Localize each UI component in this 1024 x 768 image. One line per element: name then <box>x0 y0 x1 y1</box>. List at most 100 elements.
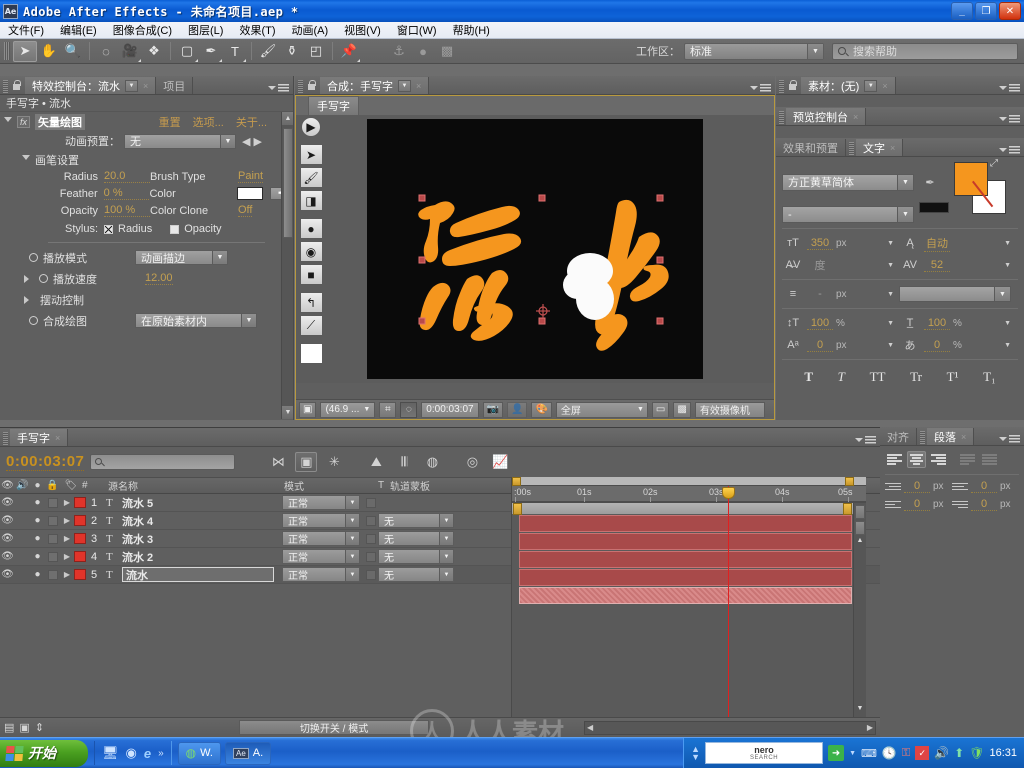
composition-mini-flowchart-icon[interactable]: ⋈ <box>267 452 289 472</box>
close-icon[interactable]: × <box>961 432 966 442</box>
eraser-tool[interactable]: ◰ <box>304 41 328 62</box>
indent-right-field[interactable]: 0 px <box>952 480 1019 493</box>
draft-3d-icon[interactable]: ▣ <box>295 452 318 472</box>
region-preview-icon[interactable]: ▭ <box>651 401 670 418</box>
play-paint-icon[interactable]: ▶ <box>301 117 321 137</box>
hard-brush-icon[interactable]: ● <box>299 218 323 239</box>
space-after-field[interactable]: 0 px <box>952 498 1019 511</box>
align-center-button[interactable] <box>907 451 926 468</box>
lock-icon[interactable] <box>306 80 317 92</box>
timeline-search-input[interactable] <box>90 454 236 470</box>
font-size-value[interactable]: 350 <box>807 237 833 250</box>
work-area-strip[interactable] <box>512 477 866 486</box>
security-icon[interactable]: ⚿ <box>902 747 910 760</box>
toolbar-grip[interactable] <box>4 42 10 60</box>
expand-arrow[interactable]: ▶ <box>60 570 74 579</box>
hand-tool[interactable]: ✋ <box>37 41 61 62</box>
layer-duration-bar-selected[interactable] <box>519 587 852 604</box>
zoom-level-select[interactable]: (46.9 ... ▼ <box>320 401 376 418</box>
shield-icon[interactable]: 🛡 <box>969 746 984 760</box>
justify-last-left-button[interactable] <box>958 451 977 468</box>
tsume-value[interactable]: 0 <box>924 339 950 352</box>
tray-scroll-arrows[interactable]: ▲ ▼ <box>691 744 700 761</box>
stretch-icon[interactable]: ⇕ <box>35 721 44 734</box>
stroke-width-value[interactable]: - <box>807 288 833 300</box>
expand-arrow[interactable]: ▶ <box>60 516 74 525</box>
video-toggle[interactable]: 👁 <box>0 515 15 526</box>
tab-align[interactable]: 对齐 <box>880 428 917 445</box>
chevron-down-icon[interactable]: ▼ <box>1004 240 1011 247</box>
timeline-vertical-scrollbar[interactable]: ▲ ▼ <box>853 503 866 717</box>
layer-duration-bar[interactable] <box>519 551 852 568</box>
small-caps-button[interactable]: Tr <box>910 369 922 385</box>
indent-left-field[interactable]: 0 px <box>885 480 952 493</box>
align-left-button[interactable] <box>885 451 904 468</box>
horizontal-scale-value[interactable]: 100 <box>924 317 950 330</box>
panel-grip[interactable] <box>779 111 784 124</box>
indent-right-value[interactable]: 0 <box>971 480 997 493</box>
eyedropper-icon[interactable]: ✒ <box>919 173 941 191</box>
preserve-transparency-toggle[interactable] <box>366 497 376 508</box>
stylus-opacity-checkbox[interactable] <box>170 224 180 234</box>
layer-duration-bar[interactable] <box>519 533 852 550</box>
track-matte-select[interactable]: 无 ▼ <box>378 549 454 564</box>
region-of-interest-icon[interactable]: ⌗ <box>379 401 397 418</box>
panel-grip[interactable] <box>849 142 854 155</box>
close-icon[interactable]: × <box>890 143 895 153</box>
effect-name[interactable]: 矢量绘图 <box>35 113 86 130</box>
composite-paint-select[interactable]: 在原始素材内 ▼ <box>135 313 257 328</box>
brush-tool[interactable]: 🖌 <box>256 41 280 62</box>
current-time-display[interactable]: 0:00:03:07 <box>421 401 479 418</box>
options-link[interactable]: 选项... <box>193 114 224 130</box>
layer-name[interactable]: 流水 2 <box>122 549 282 565</box>
layer-mode-select[interactable]: 正常 ▼ <box>282 513 360 528</box>
layer-name-edit[interactable]: 流水 <box>122 567 274 582</box>
clock-tray-icon[interactable]: 🕓 <box>882 746 897 760</box>
tab-composition[interactable]: 合成：手写字 ▼ × <box>320 77 430 94</box>
menu-item-composition[interactable]: 图像合成(C) <box>113 22 172 38</box>
expand-arrow[interactable]: ▶ <box>60 498 74 507</box>
panel-menu-button[interactable] <box>268 84 289 92</box>
lock-toggle[interactable] <box>47 569 58 580</box>
solo-toggle[interactable]: ● <box>30 551 45 562</box>
browser-task[interactable]: ◍ W. <box>177 741 221 765</box>
help-search-input[interactable]: 搜索帮助 <box>832 42 1018 60</box>
puppet-pin-tool[interactable]: 📌 <box>337 41 361 62</box>
menu-item-help[interactable]: 帮助(H) <box>453 22 490 38</box>
panel-grip[interactable] <box>298 80 303 93</box>
graph-editor-icon[interactable]: 📈 <box>489 452 511 472</box>
close-icon[interactable]: × <box>882 81 887 91</box>
motion-blur-icon[interactable]: 𝄃𝄃 <box>393 452 415 472</box>
vertical-scale-value[interactable]: 100 <box>807 317 833 330</box>
playhead-line[interactable] <box>728 486 729 717</box>
mask-toggle-icon[interactable]: ◌ <box>400 401 418 418</box>
preserve-transparency-toggle[interactable] <box>366 515 376 526</box>
work-area-end-handle[interactable] <box>845 477 854 486</box>
eyedropper-icon[interactable]: ⟋ <box>299 315 323 336</box>
stopwatch-icon[interactable] <box>29 316 38 325</box>
scroll-left-arrow[interactable]: ◀ <box>587 723 593 732</box>
comp-subtab-handwriting[interactable]: 手写字 <box>308 95 359 116</box>
start-button[interactable]: 开始 <box>0 739 88 767</box>
show-desktop-icon[interactable]: 🖥 <box>102 745 119 761</box>
menu-item-edit[interactable]: 编辑(E) <box>60 22 97 38</box>
chevron-more-icon[interactable]: » <box>158 748 164 759</box>
menu-item-window[interactable]: 窗口(W) <box>397 22 437 38</box>
close-icon[interactable]: × <box>55 433 60 443</box>
keyboard-layout-icon[interactable]: ⌨ <box>861 747 877 760</box>
hide-shy-layers-icon[interactable]: ✳ <box>323 452 345 472</box>
label-color-swatch[interactable] <box>74 551 86 562</box>
scrollbar-thumb[interactable] <box>283 128 293 238</box>
radius-value[interactable]: 20.0 <box>104 170 150 183</box>
about-link[interactable]: 关于... <box>236 114 267 130</box>
layer-name[interactable]: 流水 5 <box>122 495 282 511</box>
expand-arrow[interactable]: ▶ <box>60 552 74 561</box>
chevron-down-icon[interactable]: ▼ <box>398 79 411 92</box>
brush-tool-icon[interactable]: 🖌 <box>299 167 323 188</box>
feather-value[interactable]: 0 % <box>103 187 150 200</box>
chevron-down-icon[interactable]: ▼ <box>1004 320 1011 327</box>
panel-menu-button[interactable] <box>999 435 1020 443</box>
tab-effect-controls[interactable]: 特效控制台：流水 ▼ × <box>25 77 157 94</box>
scroll-up-arrow[interactable]: ▲ <box>282 112 293 125</box>
chevron-down-icon[interactable]: ▼ <box>887 240 894 247</box>
